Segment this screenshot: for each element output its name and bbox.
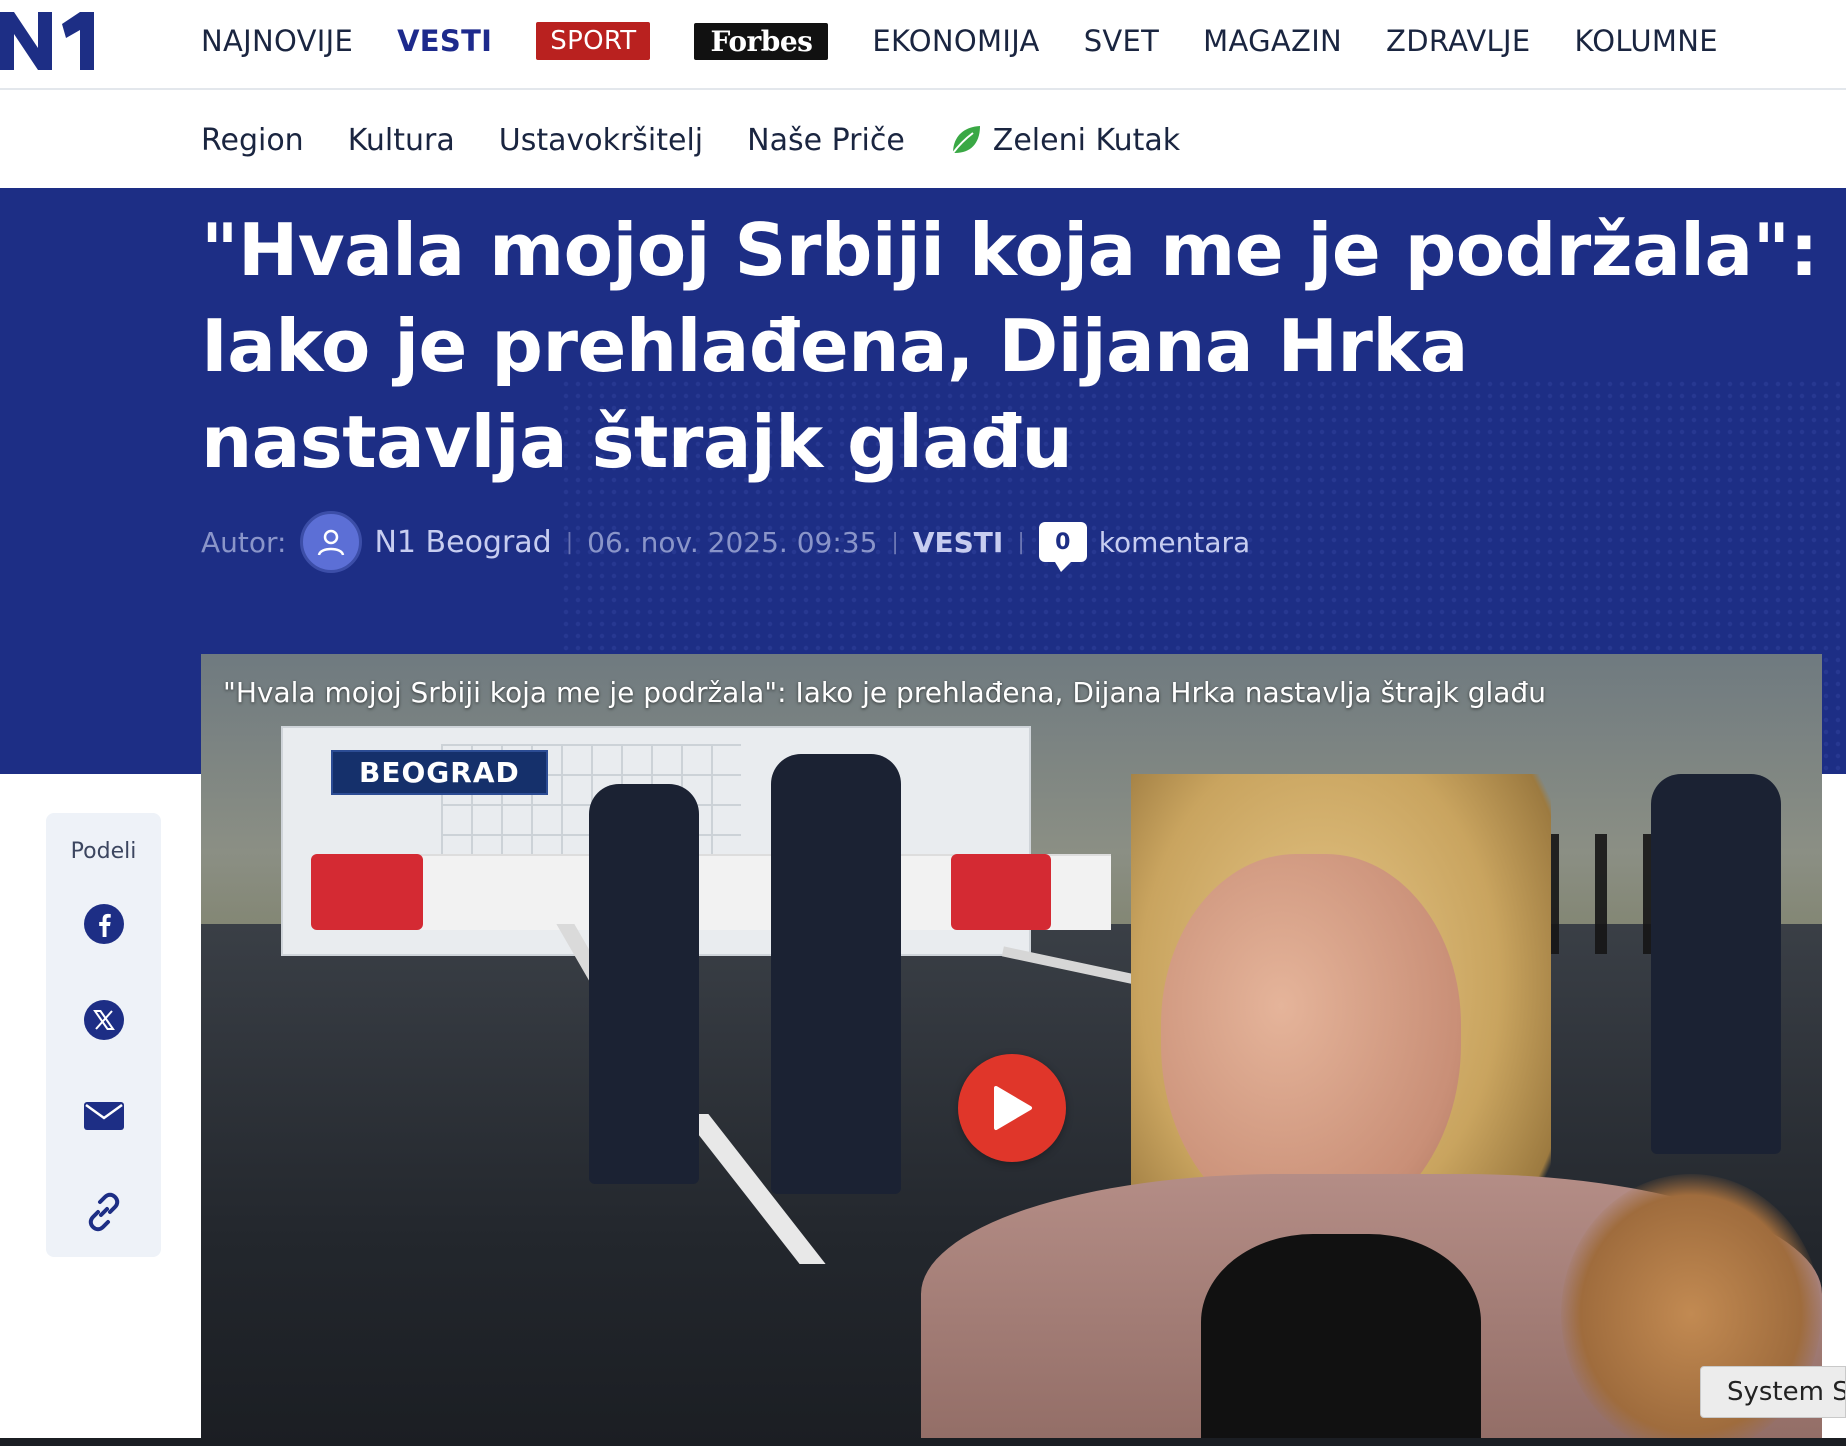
- comments-link[interactable]: komentara: [1099, 526, 1250, 559]
- nav-kolumne[interactable]: KOLUMNE: [1574, 24, 1717, 58]
- publish-date: 06. nov. 2025. 09:35: [587, 525, 878, 559]
- video-person-shirt: [1201, 1234, 1481, 1446]
- meta-separator: |: [565, 529, 574, 555]
- bottom-edge-bar: [0, 1438, 1846, 1446]
- share-label: Podeli: [70, 839, 137, 864]
- subnav-zeleni-kutak[interactable]: Zeleni Kutak: [949, 123, 1180, 158]
- video-player[interactable]: "Hvala mojoj Srbiji koja me je podržala"…: [201, 654, 1822, 1446]
- share-x-button[interactable]: [81, 997, 127, 1043]
- share-facebook-button[interactable]: [81, 901, 127, 947]
- meta-separator: |: [1017, 529, 1025, 555]
- email-icon: [84, 1102, 124, 1130]
- subnav-region[interactable]: Region: [201, 123, 304, 158]
- facebook-icon: [84, 904, 124, 944]
- comment-count-badge[interactable]: 0: [1038, 522, 1087, 572]
- user-icon: [318, 529, 345, 556]
- system-tooltip: System S: [1700, 1366, 1846, 1418]
- nav-najnovije[interactable]: NAJNOVIJE: [201, 24, 353, 58]
- sub-menu: Region Kultura Ustavokršitelj Naše Priče…: [201, 92, 1224, 188]
- sub-navigation: Region Kultura Ustavokršitelj Naše Priče…: [0, 92, 1846, 188]
- video-title[interactable]: "Hvala mojoj Srbiji koja me je podržala"…: [223, 676, 1546, 709]
- meta-separator: |: [891, 529, 899, 555]
- nav-forbes[interactable]: Forbes: [694, 22, 829, 60]
- nav-sport[interactable]: SPORT: [536, 22, 651, 60]
- subnav-zeleni-kutak-label: Zeleni Kutak: [992, 122, 1181, 158]
- nav-ekonomija[interactable]: EKONOMIJA: [872, 24, 1039, 58]
- subnav-kultura[interactable]: Kultura: [348, 123, 455, 158]
- location-tag: BEOGRAD: [331, 750, 548, 795]
- video-police-officer: [1651, 774, 1781, 1154]
- video-police-officer: [771, 754, 901, 1194]
- subnav-ustavokrsitelj[interactable]: Ustavokršitelj: [499, 123, 703, 158]
- share-link-button[interactable]: [81, 1189, 127, 1235]
- share-sidebar: Podeli: [46, 813, 161, 1257]
- x-icon: [84, 1000, 124, 1040]
- play-icon: [994, 1086, 1032, 1130]
- video-red-barrier: [951, 854, 1051, 930]
- article-meta: Autor: N1 Beograd | 06. nov. 2025. 09:35…: [201, 510, 1250, 574]
- nav-vesti[interactable]: VESTI: [397, 24, 492, 58]
- author-avatar[interactable]: [300, 511, 363, 573]
- nav-zdravlje[interactable]: ZDRAVLJE: [1386, 24, 1530, 58]
- share-email-button[interactable]: [81, 1093, 127, 1139]
- n1-logo[interactable]: [0, 10, 104, 70]
- top-navigation: NAJNOVIJE VESTI SPORT Forbes EKONOMIJA S…: [0, 0, 1846, 90]
- author-label: Autor:: [201, 525, 287, 559]
- main-menu: NAJNOVIJE VESTI SPORT Forbes EKONOMIJA S…: [201, 0, 1762, 82]
- play-button[interactable]: [958, 1054, 1066, 1162]
- nav-svet[interactable]: SVET: [1084, 24, 1159, 58]
- author-name[interactable]: N1 Beograd: [374, 525, 551, 560]
- leaf-icon: [951, 126, 980, 154]
- article-headline: "Hvala mojoj Srbiji koja me je podržala"…: [201, 208, 1818, 484]
- section-link[interactable]: VESTI: [913, 526, 1003, 559]
- nav-magazin[interactable]: MAGAZIN: [1203, 24, 1342, 58]
- subnav-nase-price[interactable]: Naše Priče: [747, 123, 905, 158]
- video-police-officer: [589, 784, 699, 1184]
- link-icon: [88, 1192, 120, 1232]
- video-red-barrier: [311, 854, 423, 930]
